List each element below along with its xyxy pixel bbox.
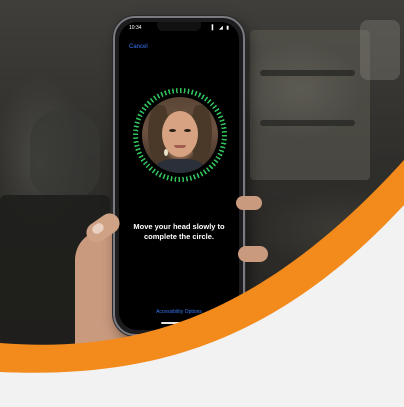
orange-swoosh-decoration xyxy=(0,160,404,407)
photo-frame: 10:34 ▍ ◢ ▮ Cancel Move your head slowly… xyxy=(0,0,404,407)
